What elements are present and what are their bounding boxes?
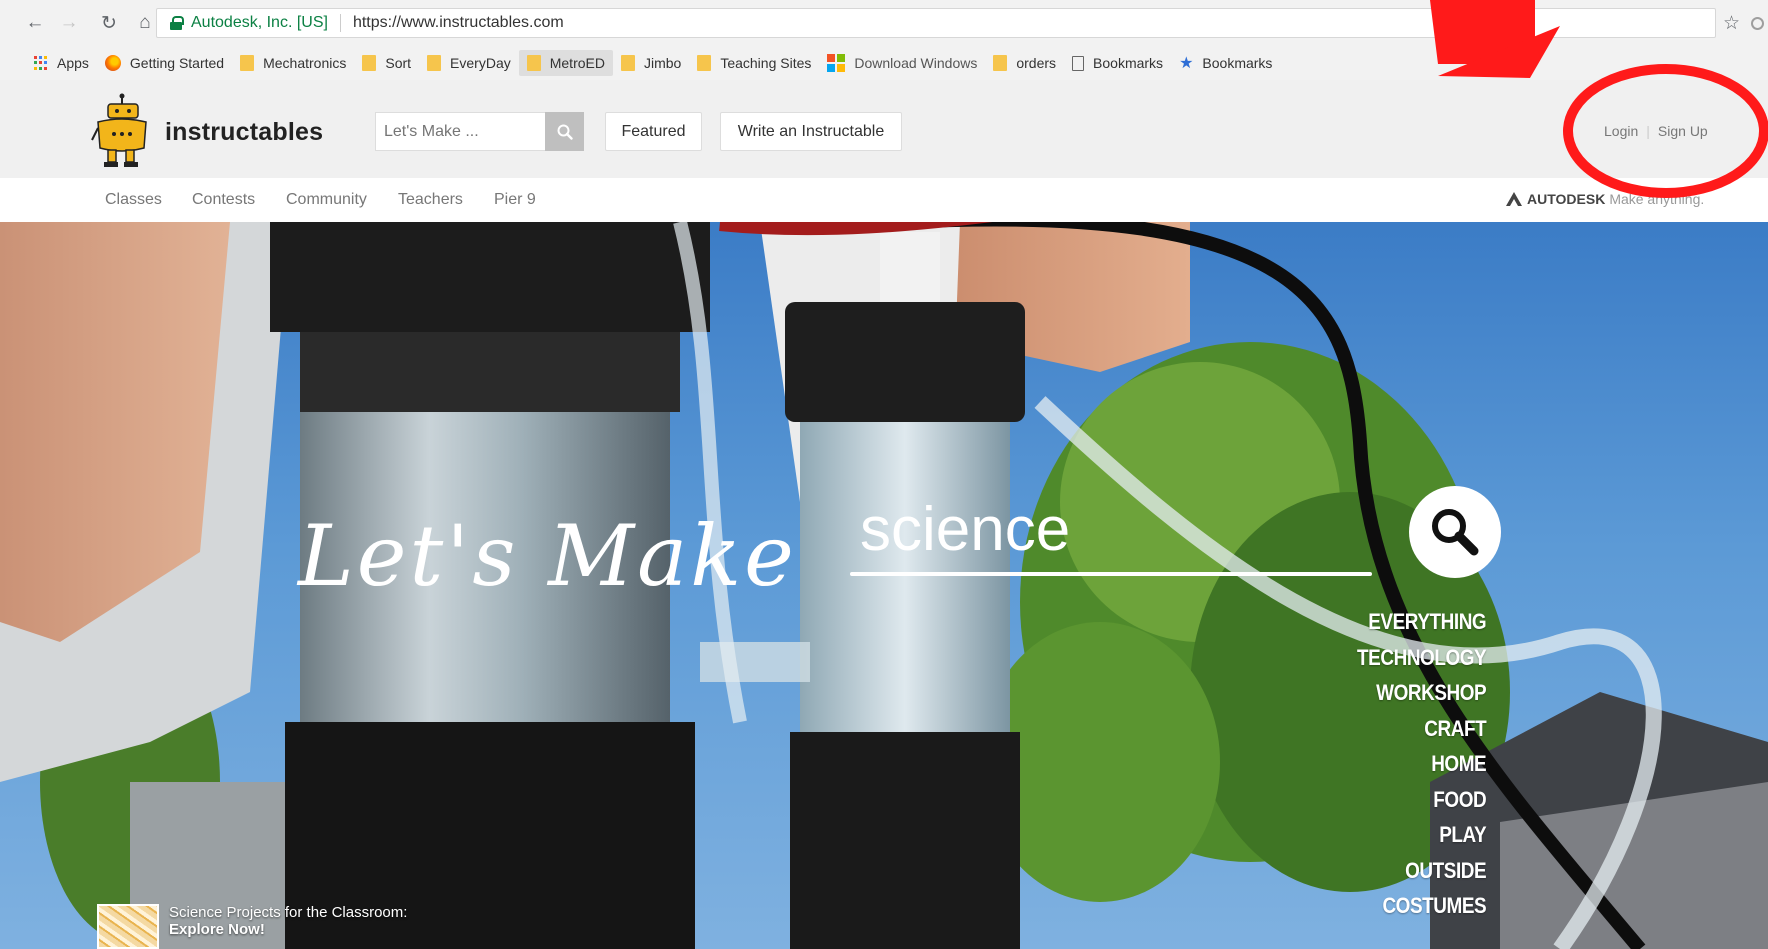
bookmark-getting-started[interactable]: Getting Started [97,50,232,76]
magnifier-icon [1432,509,1479,556]
site-nav: Classes Contests Community Teachers Pier… [0,178,1768,222]
nav-item-community[interactable]: Community [286,191,367,209]
bookmark-bookmarks-star[interactable]: ★ Bookmarks [1171,50,1280,76]
forward-icon[interactable]: → [54,8,84,38]
hero-search-underline [850,572,1372,576]
back-icon[interactable]: ← [20,8,50,38]
bookmark-star-icon[interactable]: ☆ [1723,12,1740,35]
folder-icon [526,55,541,71]
hero-title: Let's Make [298,507,797,605]
folder-icon [993,55,1008,71]
url-divider [339,14,341,32]
nav-item-contests[interactable]: Contests [192,191,255,209]
category-outside[interactable]: OUTSIDE [1357,853,1487,889]
write-instructable-button[interactable]: Write an Instructable [720,112,902,151]
promo-line2[interactable]: Explore Now! [169,921,407,938]
site-search [375,112,584,151]
extension-icon[interactable] [1751,17,1764,30]
promo-banner[interactable]: Science Projects for the Classroom: Expl… [97,904,407,949]
bookmark-mechatronics[interactable]: Mechatronics [232,50,354,76]
auth-divider: | [1646,123,1650,139]
folder-icon [240,55,255,71]
search-button[interactable] [545,112,584,151]
hero-search-button[interactable] [1409,486,1501,578]
robot-logo-icon[interactable] [90,92,150,170]
address-row: ← → ↻ ⌂ Autodesk, Inc. [US] https://www.… [0,0,1768,46]
autodesk-text: AUTODESK [1527,191,1606,207]
login-link[interactable]: Login [1604,123,1638,139]
site-identity: Autodesk, Inc. [US] [191,14,328,31]
hero-search-query[interactable]: science [860,494,1070,565]
bookmark-apps[interactable]: Apps [26,50,97,76]
windows-icon [827,54,846,72]
bookmark-label: MetroED [549,55,605,71]
featured-button[interactable]: Featured [605,112,702,151]
bookmark-label: orders [1016,55,1057,71]
site-header: instructables Featured Write an Instruct… [0,80,1768,178]
browser-chrome: ← → ↻ ⌂ Autodesk, Inc. [US] https://www.… [0,0,1768,80]
promo-thumbnail [97,904,159,949]
url-text: https://www.instructables.com [352,14,564,31]
category-home[interactable]: HOME [1357,746,1486,782]
bookmark-label: Teaching Sites [720,55,812,71]
bookmark-orders[interactable]: orders [985,50,1064,76]
apps-grid-icon [34,56,48,70]
bookmark-label: Download Windows [854,55,978,71]
bookmark-label: Jimbo [643,55,682,71]
search-input[interactable] [375,112,545,151]
folder-icon [620,55,635,71]
category-technology[interactable]: TECHNOLOGY [1357,640,1487,676]
auth-links: Login | Sign Up [1604,123,1708,139]
promo-line1: Science Projects for the Classroom: [169,904,408,921]
hero-background-image [0,222,1768,949]
bookmark-sort[interactable]: Sort [354,50,419,76]
category-costumes[interactable]: COSTUMES [1357,888,1486,924]
bookmark-teaching-sites[interactable]: Teaching Sites [689,50,819,76]
bookmark-bookmarks-page[interactable]: Bookmarks [1064,50,1171,76]
search-icon [557,124,573,140]
star-icon: ★ [1179,55,1194,72]
firefox-icon [104,55,121,71]
folder-icon [362,55,377,71]
category-workshop[interactable]: WORKSHOP [1357,675,1487,711]
bookmark-label: Bookmarks [1093,55,1164,71]
category-list: EVERYTHING TECHNOLOGY WORKSHOP CRAFT HOM… [1336,604,1487,924]
reload-icon[interactable]: ↻ [94,8,124,38]
signup-link[interactable]: Sign Up [1658,123,1708,139]
bookmark-jimbo[interactable]: Jimbo [613,50,689,76]
bookmark-label: Apps [57,55,89,71]
bookmark-label: Getting Started [129,55,225,71]
folder-icon [427,55,442,71]
hero-section: Let's Make science EVERYTHING TECHNOLOGY… [0,222,1768,949]
folder-icon [697,55,712,71]
logo-text[interactable]: instructables [165,118,323,147]
category-craft[interactable]: CRAFT [1357,711,1486,747]
category-food[interactable]: FOOD [1357,782,1486,818]
bookmark-download-windows[interactable]: Download Windows [819,50,985,76]
bookmarks-bar: Apps Getting Started Mechatronics Sort E… [0,48,1768,78]
bookmark-everyday[interactable]: EveryDay [419,50,519,76]
lock-icon [169,16,184,30]
bookmark-label: Bookmarks [1202,55,1273,71]
category-play[interactable]: PLAY [1357,817,1486,853]
promo-text: Science Projects for the Classroom: Expl… [169,904,407,949]
nav-item-classes[interactable]: Classes [105,191,162,209]
nav-item-pier9[interactable]: Pier 9 [494,191,536,209]
autodesk-tagline: Make anything. [1609,191,1705,207]
bookmark-label: EveryDay [450,55,511,71]
bookmark-label: Sort [385,55,412,71]
bookmark-metroed[interactable]: MetroED [518,50,613,76]
address-bar[interactable]: Autodesk, Inc. [US] https://www.instruct… [156,8,1716,38]
nav-item-teachers[interactable]: Teachers [398,191,463,209]
autodesk-brand[interactable]: AUTODESK Make anything. [1505,191,1704,207]
autodesk-logo-icon [1506,192,1522,206]
bookmark-label: Mechatronics [263,55,347,71]
category-everything[interactable]: EVERYTHING [1357,604,1486,640]
page-icon [1072,55,1085,71]
